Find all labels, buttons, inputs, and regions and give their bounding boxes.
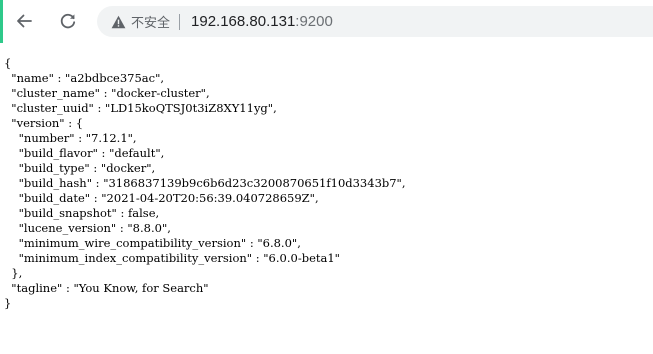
json-line: "number" : "7.12.1", [4, 131, 137, 145]
back-arrow-icon [17, 14, 32, 28]
json-line: "cluster_name" : "docker-cluster", [4, 86, 210, 100]
url-text[interactable]: 192.168.80.131:9200 [191, 13, 333, 30]
json-line: }, [4, 266, 23, 280]
json-line: "build_snapshot" : false, [4, 206, 160, 220]
warning-icon[interactable] [110, 14, 126, 30]
json-line: "build_type" : "docker", [4, 161, 156, 175]
json-line: "build_hash" : "3186837139b9c6b6d23c3200… [4, 176, 406, 190]
address-bar[interactable]: 不安全 192.168.80.131:9200 [97, 6, 653, 37]
url-port: :9200 [295, 13, 333, 30]
reload-icon [60, 13, 76, 29]
url-host: 192.168.80.131 [191, 13, 296, 30]
json-line: "build_date" : "2021-04-20T20:56:39.0407… [4, 191, 319, 205]
address-bar-divider [179, 13, 181, 30]
browser-window: 不安全 192.168.80.131:9200 { "name" : "a2bd… [0, 0, 653, 354]
json-line: "lucene_version" : "8.8.0", [4, 221, 171, 235]
json-response-body: { "name" : "a2bdbce375ac", "cluster_name… [4, 56, 406, 311]
browser-toolbar: 不安全 192.168.80.131:9200 [3, 0, 653, 43]
json-line: "minimum_wire_compatibility_version" : "… [4, 236, 301, 250]
json-line: "build_flavor" : "default", [4, 146, 165, 160]
back-button[interactable] [9, 6, 39, 36]
json-line: "minimum_index_compatibility_version" : … [4, 251, 340, 265]
json-line: "version" : { [4, 116, 84, 130]
json-line: "tagline" : "You Know, for Search" [4, 281, 209, 295]
page-content: { "name" : "a2bdbce375ac", "cluster_name… [0, 43, 653, 354]
json-line: "cluster_uuid" : "LD15koQTSJ0t3iZ8XY11yg… [4, 101, 277, 115]
json-line: "name" : "a2bdbce375ac", [4, 71, 165, 85]
json-line: { [4, 56, 12, 70]
security-status-label[interactable]: 不安全 [131, 12, 170, 31]
reload-button[interactable] [53, 6, 83, 36]
json-line: } [4, 296, 12, 310]
